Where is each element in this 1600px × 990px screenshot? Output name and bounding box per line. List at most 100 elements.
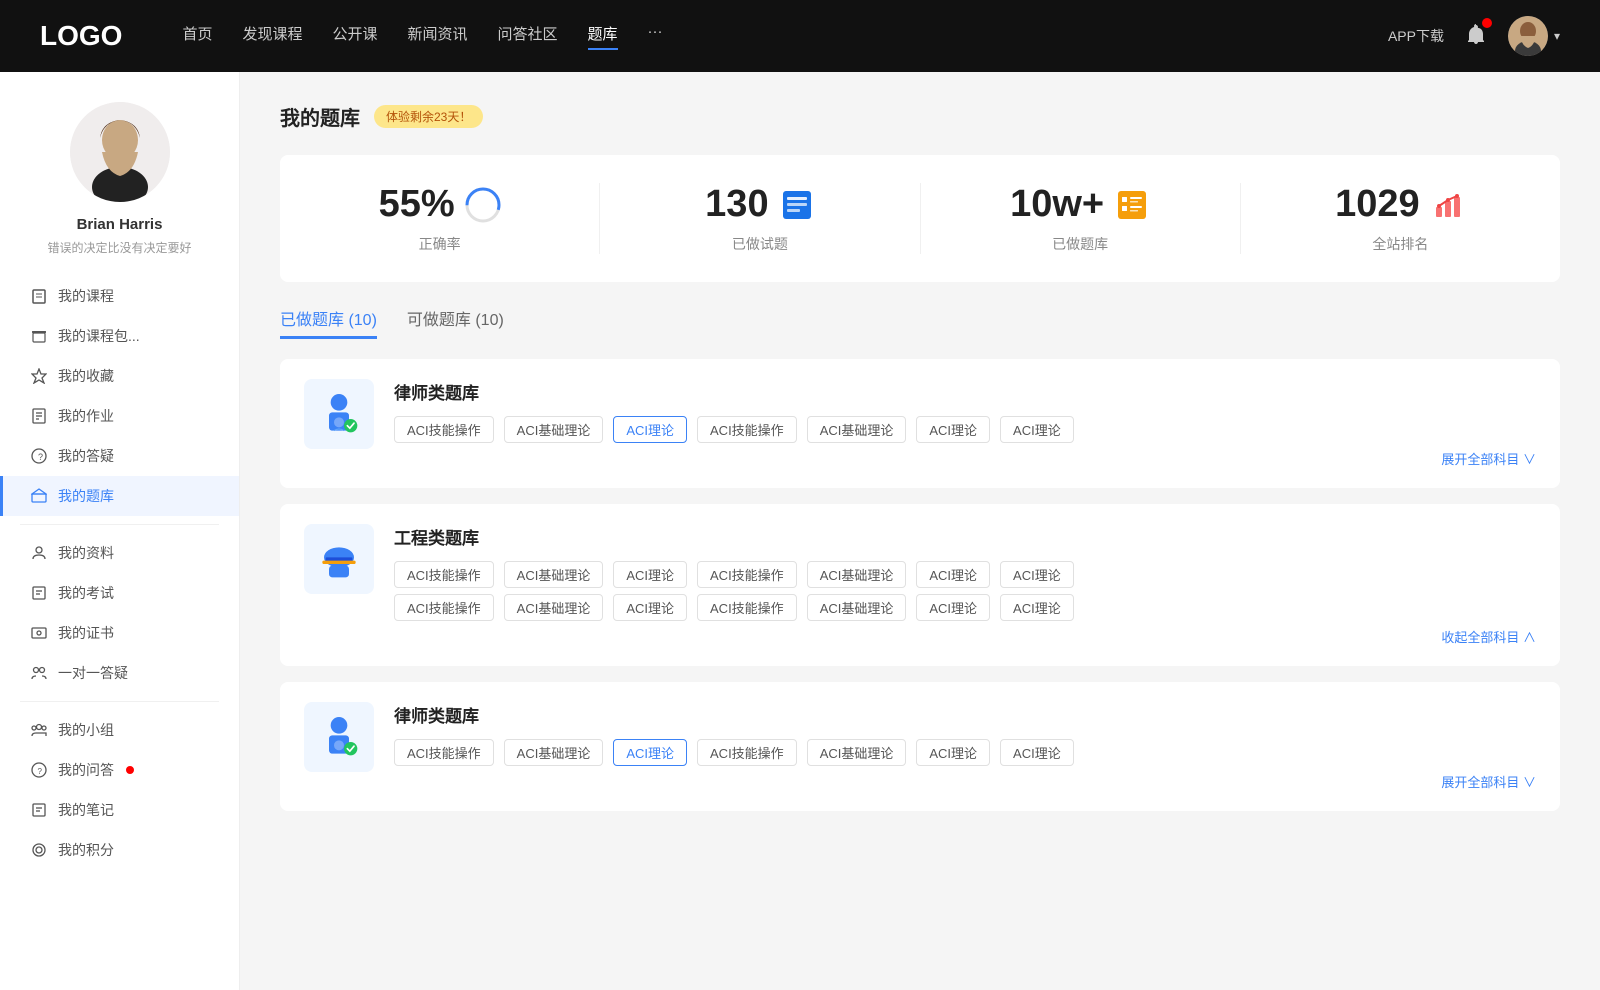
spreadsheet-icon [779,187,815,223]
eng-tag-0[interactable]: ACI技能操作 [394,561,494,588]
eng-tag-7[interactable]: ACI技能操作 [394,594,494,621]
sidebar-item-profile[interactable]: 我的资料 [0,533,239,573]
tag-1[interactable]: ACI基础理论 [504,416,604,443]
qbank-card-lawyer-2: 律师类题库 ACI技能操作 ACI基础理论 ACI理论 ACI技能操作 ACI基… [280,682,1560,811]
eng-tag-3[interactable]: ACI技能操作 [697,561,797,588]
qa-badge [126,766,134,774]
tag-5[interactable]: ACI理论 [916,416,990,443]
sidebar-item-questions[interactable]: ? 我的答疑 [0,436,239,476]
stat-label-accuracy: 正确率 [419,234,461,254]
eng-tag-11[interactable]: ACI基础理论 [807,594,907,621]
eng-tag-10[interactable]: ACI技能操作 [697,594,797,621]
stat-top-banks: 10w+ [1010,183,1150,226]
app-download-link[interactable]: APP下载 [1388,26,1444,46]
tab-done[interactable]: 已做题库 (10) [280,306,377,339]
qbank-content-lawyer-2: 律师类题库 ACI技能操作 ACI基础理论 ACI理论 ACI技能操作 ACI基… [394,702,1536,791]
navbar-nav: 首页 发现课程 公开课 新闻资讯 问答社区 题库 ··· [182,23,1348,50]
eng-tag-9[interactable]: ACI理论 [613,594,687,621]
navbar: LOGO 首页 发现课程 公开课 新闻资讯 问答社区 题库 ··· APP下载 … [0,0,1600,72]
notification-bell[interactable] [1464,22,1488,51]
sidebar-label-favorites: 我的收藏 [58,366,114,386]
sidebar-item-homework[interactable]: 我的作业 [0,396,239,436]
sidebar-item-qa[interactable]: ? 我的问答 [0,750,239,790]
eng-tag-12[interactable]: ACI理论 [916,594,990,621]
sidebar-item-package[interactable]: 我的课程包... [0,316,239,356]
sidebar-label-group: 我的小组 [58,720,114,740]
eng-tag-2[interactable]: ACI理论 [613,561,687,588]
l2-tag-2[interactable]: ACI理论 [613,739,687,766]
sidebar-label-points: 我的积分 [58,840,114,860]
eng-tag-13[interactable]: ACI理论 [1000,594,1074,621]
qbank-icon-lawyer [304,379,374,449]
bank-icon [30,487,48,505]
l2-tag-6[interactable]: ACI理论 [1000,739,1074,766]
sidebar-menu: 我的课程 我的课程包... 我的收藏 我的作业 [0,276,239,870]
sidebar-label-tutor: 一对一答疑 [58,663,128,683]
sidebar-divider-1 [20,524,219,525]
nav-opencourse[interactable]: 公开课 [332,23,377,50]
l2-tag-3[interactable]: ACI技能操作 [697,739,797,766]
group-icon [30,721,48,739]
nav-discover[interactable]: 发现课程 [242,23,302,50]
homework-icon [30,407,48,425]
stat-label-questions: 已做试题 [732,234,788,254]
sidebar-label-profile: 我的资料 [58,543,114,563]
eng-tag-4[interactable]: ACI基础理论 [807,561,907,588]
navbar-right: APP下载 ▾ [1388,16,1560,56]
sidebar-item-exam[interactable]: 我的考试 [0,573,239,613]
qbank-title-engineer: 工程类题库 [394,524,1536,549]
sidebar-item-favorites[interactable]: 我的收藏 [0,356,239,396]
qbank-tags-lawyer-1: ACI技能操作 ACI基础理论 ACI理论 ACI技能操作 ACI基础理论 AC… [394,416,1536,443]
tab-todo[interactable]: 可做题库 (10) [407,306,504,339]
stat-top-rank: 1029 [1335,183,1466,226]
nav-news[interactable]: 新闻资讯 [408,23,468,50]
sidebar-item-qbank[interactable]: 我的题库 [0,476,239,516]
tag-3[interactable]: ACI技能操作 [697,416,797,443]
eng-tag-6[interactable]: ACI理论 [1000,561,1074,588]
sidebar-label-package: 我的课程包... [58,326,140,346]
stat-value-questions: 130 [705,183,768,226]
sidebar-item-certificate[interactable]: 我的证书 [0,613,239,653]
nav-qa[interactable]: 问答社区 [498,23,558,50]
stat-value-accuracy: 55% [379,183,455,226]
l2-tag-0[interactable]: ACI技能操作 [394,739,494,766]
qbank-tags-lawyer-2: ACI技能操作 ACI基础理论 ACI理论 ACI技能操作 ACI基础理论 AC… [394,739,1536,766]
sidebar-label-notes: 我的笔记 [58,800,114,820]
stat-top-accuracy: 55% [379,183,501,226]
sidebar-item-course[interactable]: 我的课程 [0,276,239,316]
qbank-card-lawyer-1: 律师类题库 ACI技能操作 ACI基础理论 ACI理论 ACI技能操作 ACI基… [280,359,1560,488]
sidebar-item-notes[interactable]: 我的笔记 [0,790,239,830]
tag-6[interactable]: ACI理论 [1000,416,1074,443]
page-title-row: 我的题库 体验剩余23天！ [280,102,1560,131]
sidebar-item-tutor[interactable]: 一对一答疑 [0,653,239,693]
sidebar-label-certificate: 我的证书 [58,623,114,643]
nav-home[interactable]: 首页 [182,23,212,50]
tag-0[interactable]: ACI技能操作 [394,416,494,443]
nav-more[interactable]: ··· [648,23,663,50]
qbank-expand-engineer[interactable]: 收起全部科目 ∧ [394,627,1536,646]
sidebar-item-group[interactable]: 我的小组 [0,710,239,750]
exam-icon [30,584,48,602]
main-layout: Brian Harris 错误的决定比没有决定要好 我的课程 我的课程包... [0,72,1600,990]
nav-qbank[interactable]: 题库 [588,23,618,50]
stat-accuracy: 55% 正确率 [280,183,600,254]
sidebar-label-exam: 我的考试 [58,583,114,603]
qbank-content-engineer: 工程类题库 ACI技能操作 ACI基础理论 ACI理论 ACI技能操作 ACI基… [394,524,1536,646]
l2-tag-1[interactable]: ACI基础理论 [504,739,604,766]
stat-rank: 1029 全站排名 [1241,183,1560,254]
page-title: 我的题库 [280,102,360,131]
qa-icon: ? [30,761,48,779]
l2-tag-4[interactable]: ACI基础理论 [807,739,907,766]
l2-tag-5[interactable]: ACI理论 [916,739,990,766]
eng-tag-5[interactable]: ACI理论 [916,561,990,588]
tag-2[interactable]: ACI理论 [613,416,687,443]
sidebar-item-points[interactable]: 我的积分 [0,830,239,870]
user-avatar-container[interactable]: ▾ [1508,16,1560,56]
tabs-row: 已做题库 (10) 可做题库 (10) [280,306,1560,339]
eng-tag-1[interactable]: ACI基础理论 [504,561,604,588]
chevron-down-icon: ▾ [1554,29,1560,43]
qbank-expand-lawyer-1[interactable]: 展开全部科目 ∨ [394,449,1536,468]
tag-4[interactable]: ACI基础理论 [807,416,907,443]
eng-tag-8[interactable]: ACI基础理论 [504,594,604,621]
qbank-expand-lawyer-2[interactable]: 展开全部科目 ∨ [394,772,1536,791]
